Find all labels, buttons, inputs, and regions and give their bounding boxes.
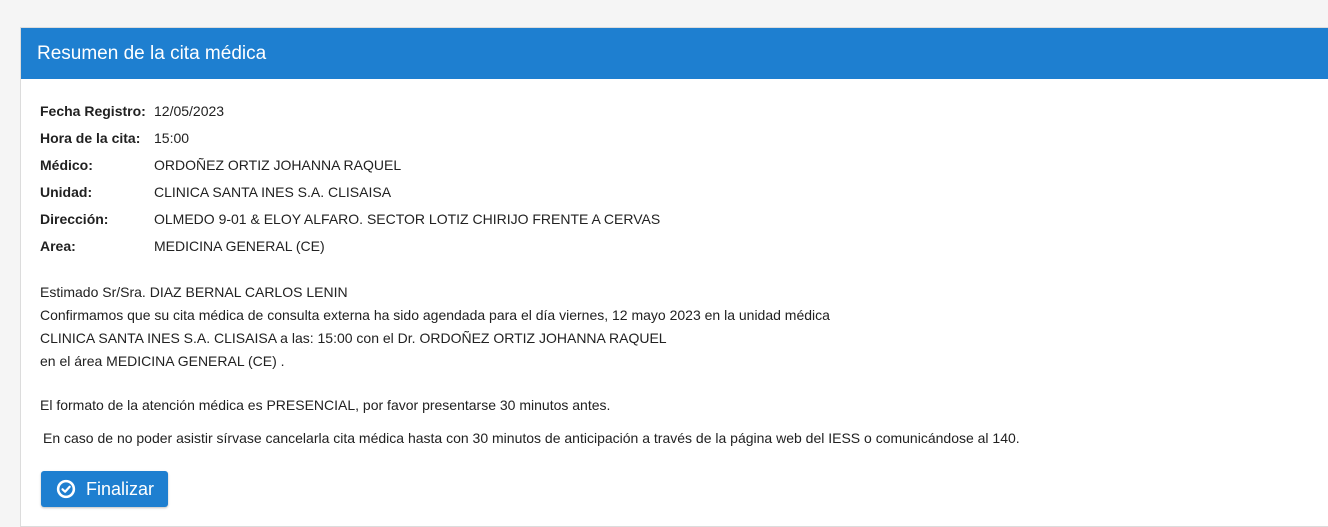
info-label: Fecha Registro: xyxy=(40,102,146,119)
confirmation-message: Estimado Sr/Sra. DIAZ BERNAL CARLOS LENI… xyxy=(40,281,1328,417)
info-row-direccion: Dirección: OLMEDO 9-01 & ELOY ALFARO. SE… xyxy=(40,205,1328,232)
confirmation-line-3: en el área MEDICINA GENERAL (CE) . xyxy=(40,353,285,369)
greeting-text: Estimado Sr/Sra. DIAZ BERNAL CARLOS LENI… xyxy=(40,284,348,300)
info-row-fecha-registro: Fecha Registro: 12/05/2023 xyxy=(40,97,1328,124)
info-label: Médico: xyxy=(40,156,93,173)
appointment-summary-panel: Resumen de la cita médica Fecha Registro… xyxy=(20,27,1328,527)
panel-title: Resumen de la cita médica xyxy=(37,42,267,64)
confirmation-line-2: CLINICA SANTA INES S.A. CLISAISA a las: … xyxy=(40,330,667,346)
format-text: El formato de la atención médica es PRES… xyxy=(40,397,611,413)
info-value: CLINICA SANTA INES S.A. CLISAISA xyxy=(154,183,392,200)
finish-button-label: Finalizar xyxy=(85,478,155,499)
info-row-unidad: Unidad: CLINICA SANTA INES S.A. CLISAISA xyxy=(40,178,1328,205)
check-circle-icon xyxy=(56,479,76,499)
info-row-area: Area: MEDICINA GENERAL (CE) xyxy=(40,232,1328,259)
panel-body: Fecha Registro: 12/05/2023 Hora de la ci… xyxy=(21,79,1328,447)
panel-header: Resumen de la cita médica xyxy=(21,28,1328,79)
info-value: 15:00 xyxy=(154,129,190,146)
confirmation-line-1: Confirmamos que su cita médica de consul… xyxy=(40,307,830,323)
info-row-hora-cita: Hora de la cita: 15:00 xyxy=(40,124,1328,151)
info-label: Unidad: xyxy=(40,183,93,200)
info-value: ORDOÑEZ ORTIZ JOHANNA RAQUEL xyxy=(154,156,402,173)
info-label: Dirección: xyxy=(40,210,109,227)
info-label: Hora de la cita: xyxy=(40,129,141,146)
info-value: MEDICINA GENERAL (CE) xyxy=(154,237,325,254)
cancel-notice: En caso de no poder asistir sírvase canc… xyxy=(43,430,1020,446)
info-value: OLMEDO 9-01 & ELOY ALFARO. SECTOR LOTIZ … xyxy=(154,210,661,227)
finish-button[interactable]: Finalizar xyxy=(41,471,168,507)
info-label: Area: xyxy=(40,237,76,254)
info-row-medico: Médico: ORDOÑEZ ORTIZ JOHANNA RAQUEL xyxy=(40,151,1328,178)
info-value: 12/05/2023 xyxy=(154,102,225,119)
